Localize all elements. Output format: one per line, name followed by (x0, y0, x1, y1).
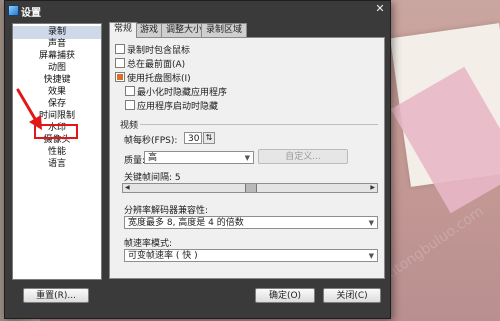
tray-icon-checkbox[interactable] (115, 72, 125, 82)
framerate-value: 可变帧速率 ( 快 ) (128, 251, 198, 261)
title-bar: 设置 ✕ (5, 1, 390, 19)
quality-label: 质量: (124, 156, 146, 166)
keyframe-label: 关键帧间隔: 5 (124, 173, 181, 183)
ok-button[interactable]: 确定(O) (255, 288, 315, 303)
window-title: 设置 (21, 8, 41, 19)
fps-label: 帧每秒(FPS): (124, 136, 178, 146)
settings-dialog: 设置 ✕ 录制 声音 屏幕捕获 动图 快捷键 效果 保存 时间限制 水印 摄像头… (4, 0, 391, 319)
resolution-label: 分辨率解码器兼容性: (124, 206, 209, 216)
app-icon (8, 5, 19, 16)
hide-on-start-checkbox[interactable] (125, 100, 135, 110)
video-group-label: 视频 (120, 121, 139, 131)
custom-quality-button[interactable]: 自定义... (258, 149, 348, 164)
fps-input[interactable]: 30 (184, 132, 202, 144)
chevron-down-icon: ▼ (368, 252, 374, 260)
resolution-value: 宽度最多 8, 高度是 4 的倍数 (128, 218, 244, 228)
framerate-select[interactable]: 可变帧速率 ( 快 ) ▼ (124, 249, 378, 262)
reset-button[interactable]: 重置(R)... (23, 288, 89, 303)
nav-item-language[interactable]: 语言 (13, 158, 101, 171)
settings-nav: 录制 声音 屏幕捕获 动图 快捷键 效果 保存 时间限制 水印 摄像头 性能 语… (12, 23, 102, 280)
minimize-hide-label: 最小化时隐藏应用程序 (137, 88, 228, 98)
resolution-select[interactable]: 宽度最多 8, 高度是 4 的倍数 ▼ (124, 216, 378, 229)
close-button[interactable]: 关闭(C) (323, 288, 381, 303)
keyframe-slider-thumb[interactable] (245, 184, 257, 192)
record-mouse-label: 录制时包含鼠标 (127, 46, 191, 56)
general-tab-panel: 录制时包含鼠标 总在最前面(A) 使用托盘图标(I) 最小化时隐藏应用程序 应用… (109, 37, 385, 279)
quality-value: 高 (148, 153, 158, 163)
close-icon[interactable]: ✕ (374, 3, 386, 15)
tab-general[interactable]: 常规 (109, 22, 138, 38)
video-group-divider (140, 124, 378, 125)
framerate-label: 帧速率模式: (124, 239, 173, 249)
quality-select[interactable]: 高 ▼ (144, 151, 254, 164)
tab-record-area[interactable]: 录制区域 (201, 23, 248, 37)
webcam-highlight-box (34, 124, 78, 139)
fps-stepper[interactable]: ⇅ (203, 132, 215, 144)
slider-right-icon: ▶ (370, 184, 375, 191)
chevron-down-icon: ▼ (244, 154, 250, 162)
hide-on-start-label: 应用程序启动时隐藏 (137, 102, 219, 112)
record-mouse-checkbox[interactable] (115, 44, 125, 54)
minimize-hide-checkbox[interactable] (125, 86, 135, 96)
tab-game[interactable]: 游戏 (135, 23, 164, 37)
tray-icon-label: 使用托盘图标(I) (127, 74, 191, 84)
keyframe-slider[interactable]: ◀ ▶ (122, 183, 378, 193)
always-on-top-label: 总在最前面(A) (127, 60, 186, 70)
chevron-down-icon: ▼ (368, 219, 374, 227)
slider-left-icon: ◀ (125, 184, 130, 191)
always-on-top-checkbox[interactable] (115, 58, 125, 68)
